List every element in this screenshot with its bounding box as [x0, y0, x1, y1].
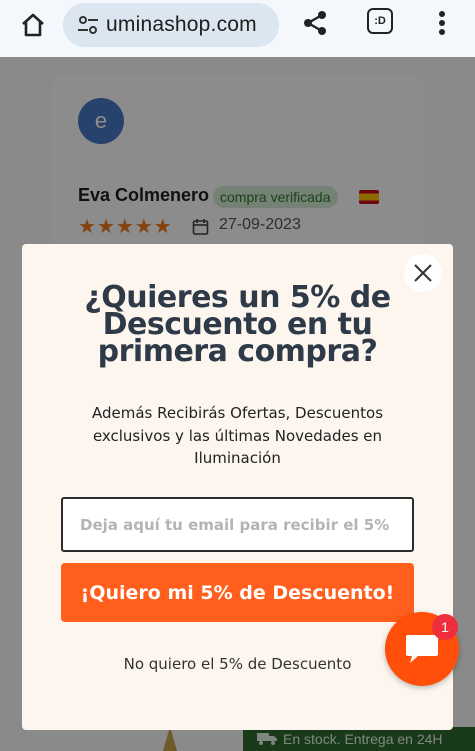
- popup-headline: ¿Quieres un 5% de Descuento en tu primer…: [22, 283, 453, 369]
- headline-line: primera compra?: [97, 334, 378, 369]
- browser-toolbar: uminashop.com :D: [0, 0, 475, 57]
- get-discount-button[interactable]: ¡Quiero mi 5% de Descuento!: [61, 563, 414, 622]
- home-icon[interactable]: [17, 9, 49, 41]
- address-bar[interactable]: uminashop.com: [63, 3, 279, 47]
- more-options-icon[interactable]: [430, 8, 454, 38]
- url-text: uminashop.com: [106, 13, 257, 36]
- share-icon[interactable]: [298, 6, 332, 40]
- chat-bubble-icon: [406, 635, 438, 663]
- email-input[interactable]: [61, 497, 414, 552]
- notification-badge: 1: [432, 614, 458, 640]
- tab-switcher-icon[interactable]: :D: [367, 8, 393, 34]
- close-icon: [414, 264, 432, 282]
- site-settings-icon[interactable]: [76, 13, 100, 37]
- popup-subtext: Además Recibirás Ofertas, Descuentos exc…: [91, 404, 384, 467]
